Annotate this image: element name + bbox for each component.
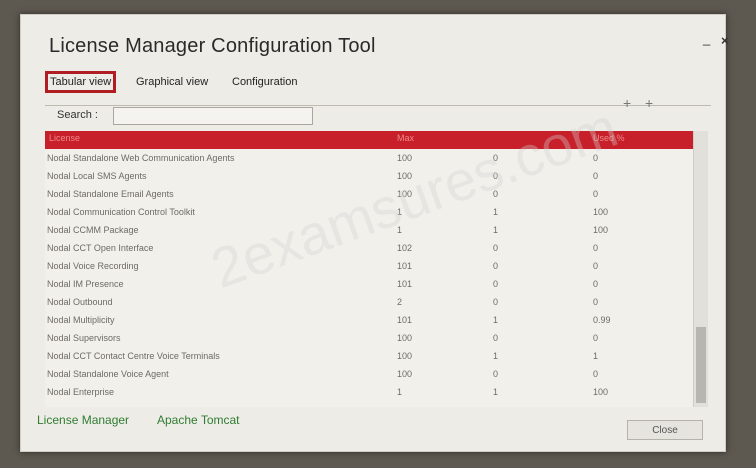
in-use-cell: 0 — [493, 171, 499, 181]
in-use-cell: 0 — [493, 333, 499, 343]
license-name-cell: Nodal Local SMS Agents — [47, 171, 147, 181]
used-percent-cell: 0.99 — [593, 315, 611, 325]
max-cell: 101 — [397, 279, 413, 289]
used-percent-cell: 0 — [593, 369, 599, 379]
in-use-cell: 1 — [493, 315, 499, 325]
plus-icon: + — [623, 95, 632, 111]
max-cell: 1 — [397, 225, 403, 235]
in-use-cell: 1 — [493, 225, 499, 235]
column-header-license[interactable]: License — [49, 133, 80, 143]
table-row[interactable]: Nodal Outbound 2 0 0 — [45, 297, 693, 313]
column-header-max[interactable]: Max — [397, 133, 414, 143]
license-name-cell: Nodal Standalone Email Agents — [47, 189, 174, 199]
apache-tomcat-link[interactable]: Apache Tomcat — [157, 413, 240, 427]
close-button[interactable]: Close — [627, 420, 703, 440]
used-percent-cell: 100 — [593, 207, 609, 217]
max-cell: 100 — [397, 189, 413, 199]
table-row[interactable]: Nodal CCT Contact Centre Voice Terminals… — [45, 351, 693, 367]
vertical-scrollbar[interactable] — [693, 131, 708, 407]
window-close-button[interactable]: × — [721, 33, 729, 48]
license-name-cell: Nodal CCT Contact Centre Voice Terminals — [47, 351, 220, 361]
license-name-cell: Nodal Supervisors — [47, 333, 121, 343]
used-percent-cell: 1 — [593, 351, 599, 361]
minimize-button[interactable]: _ — [703, 31, 710, 46]
license-name-cell: Nodal Multiplicity — [47, 315, 115, 325]
max-cell: 100 — [397, 351, 413, 361]
used-percent-cell: 0 — [593, 297, 599, 307]
tab-tabular-view[interactable]: Tabular view — [45, 71, 117, 93]
in-use-cell: 0 — [493, 297, 499, 307]
license-table: License Max Used % Nodal Standalone Web … — [45, 131, 693, 407]
used-percent-cell: 0 — [593, 279, 599, 289]
max-cell: 101 — [397, 315, 413, 325]
max-cell: 100 — [397, 333, 413, 343]
used-percent-cell: 0 — [593, 189, 599, 199]
license-manager-window: License Manager Configuration Tool _ × T… — [20, 14, 729, 452]
max-cell: 100 — [397, 369, 413, 379]
table-row[interactable]: Nodal Multiplicity 101 1 0.99 — [45, 315, 693, 331]
license-name-cell: Nodal Communication Control Toolkit — [47, 207, 195, 217]
max-cell: 100 — [397, 153, 413, 163]
in-use-cell: 0 — [493, 189, 499, 199]
search-label: Search : — [57, 109, 98, 121]
column-header-used-percent[interactable]: Used % — [593, 133, 625, 143]
license-name-cell: Nodal IM Presence — [47, 279, 124, 289]
table-row[interactable]: Nodal Standalone Voice Agent 100 0 0 — [45, 369, 693, 385]
in-use-cell: 0 — [493, 243, 499, 253]
in-use-cell: 0 — [493, 369, 499, 379]
window-title: License Manager Configuration Tool — [49, 35, 376, 57]
max-cell: 1 — [397, 387, 403, 397]
used-percent-cell: 0 — [593, 333, 599, 343]
license-name-cell: Nodal Outbound — [47, 297, 113, 307]
table-row[interactable]: Nodal Local SMS Agents 100 0 0 — [45, 171, 693, 187]
license-name-cell: Nodal CCMM Package — [47, 225, 139, 235]
license-name-cell: Nodal Standalone Web Communication Agent… — [47, 153, 235, 163]
in-use-cell: 0 — [493, 261, 499, 271]
in-use-cell: 0 — [493, 153, 499, 163]
in-use-cell: 1 — [493, 207, 499, 217]
table-header: License Max Used % — [45, 131, 693, 149]
table-row[interactable]: Nodal CCMM Package 1 1 100 — [45, 225, 693, 241]
table-row[interactable]: Nodal Standalone Web Communication Agent… — [45, 153, 693, 169]
in-use-cell: 0 — [493, 279, 499, 289]
table-row[interactable]: Nodal Standalone Email Agents 100 0 0 — [45, 189, 693, 205]
license-name-cell: Nodal Standalone Voice Agent — [47, 369, 169, 379]
table-row[interactable]: Nodal Enterprise 1 1 100 — [45, 387, 693, 403]
tab-configuration[interactable]: Configuration — [229, 73, 300, 91]
table-row[interactable]: Nodal Voice Recording 101 0 0 — [45, 261, 693, 277]
table-row[interactable]: Nodal Communication Control Toolkit 1 1 100 — [45, 207, 693, 223]
scrollbar-thumb[interactable] — [696, 327, 706, 403]
used-percent-cell: 0 — [593, 153, 599, 163]
in-use-cell: 1 — [493, 351, 499, 361]
used-percent-cell: 0 — [593, 261, 599, 271]
license-name-cell: Nodal Voice Recording — [47, 261, 139, 271]
used-percent-cell: 0 — [593, 243, 599, 253]
max-cell: 101 — [397, 261, 413, 271]
tab-divider — [45, 105, 711, 106]
max-cell: 1 — [397, 207, 403, 217]
used-percent-cell: 100 — [593, 225, 609, 235]
in-use-cell: 1 — [493, 387, 499, 397]
table-row[interactable]: Nodal Supervisors 100 0 0 — [45, 333, 693, 349]
license-name-cell: Nodal CCT Open Interface — [47, 243, 154, 253]
license-manager-link[interactable]: License Manager — [37, 413, 129, 427]
max-cell: 100 — [397, 171, 413, 181]
used-percent-cell: 0 — [593, 171, 599, 181]
max-cell: 2 — [397, 297, 403, 307]
plus-icon: + — [645, 95, 654, 111]
used-percent-cell: 100 — [593, 387, 609, 397]
tab-graphical-view[interactable]: Graphical view — [133, 73, 211, 91]
table-row[interactable]: Nodal IM Presence 101 0 0 — [45, 279, 693, 295]
search-input[interactable] — [113, 107, 313, 125]
max-cell: 102 — [397, 243, 413, 253]
table-row[interactable]: Nodal CCT Open Interface 102 0 0 — [45, 243, 693, 259]
license-name-cell: Nodal Enterprise — [47, 387, 115, 397]
